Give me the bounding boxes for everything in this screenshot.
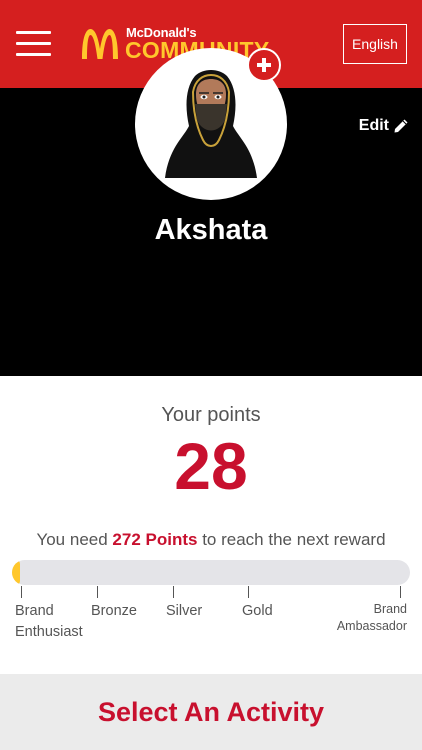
plus-icon <box>257 58 271 72</box>
tier-tick <box>173 586 174 598</box>
tier-gold: Gold <box>242 601 273 622</box>
select-activity-button[interactable]: Select An Activity <box>0 674 422 750</box>
select-activity-label: Select An Activity <box>97 696 325 727</box>
edit-label: Edit <box>358 117 389 134</box>
tier-bronze: Bronze <box>91 601 137 622</box>
points-needed-amount: 272 Points <box>112 530 198 549</box>
tier-label-line: Bronze <box>91 603 137 619</box>
tier-label-line: Gold <box>242 603 273 619</box>
tier-label-line: Brand <box>15 603 54 619</box>
tier-tick <box>21 586 22 598</box>
points-label: Your points <box>161 404 261 426</box>
reward-progress-fill <box>12 560 20 585</box>
tier-label-line: Brand <box>373 602 407 616</box>
points-needed-suffix: to reach the next reward <box>202 530 386 549</box>
tier-tick <box>97 586 98 598</box>
username: Akshata <box>154 214 268 246</box>
tier-label-line: Ambassador <box>336 619 407 633</box>
points-value: 28 <box>174 429 248 503</box>
points-needed-message: You need 272 Points to reach the next re… <box>0 530 422 550</box>
add-photo-button[interactable] <box>247 48 281 82</box>
pencil-icon <box>394 119 408 133</box>
tier-tick <box>400 586 401 598</box>
edit-profile-button[interactable]: Edit <box>359 117 409 135</box>
tier-label-line: Enthusiast <box>15 624 83 640</box>
golden-arches-icon <box>82 29 118 59</box>
points-needed-prefix: You need <box>36 530 108 549</box>
tier-tick <box>248 586 249 598</box>
menu-icon[interactable] <box>16 31 51 57</box>
tier-label-line: Silver <box>166 603 203 619</box>
tier-brand-ambassador: Brand Ambassador <box>337 601 407 635</box>
tier-brand-enthusiast: Brand Enthusiast <box>15 601 83 643</box>
language-button[interactable]: English <box>343 24 407 64</box>
tier-silver: Silver <box>166 601 202 622</box>
reward-progress-bar <box>12 560 410 585</box>
